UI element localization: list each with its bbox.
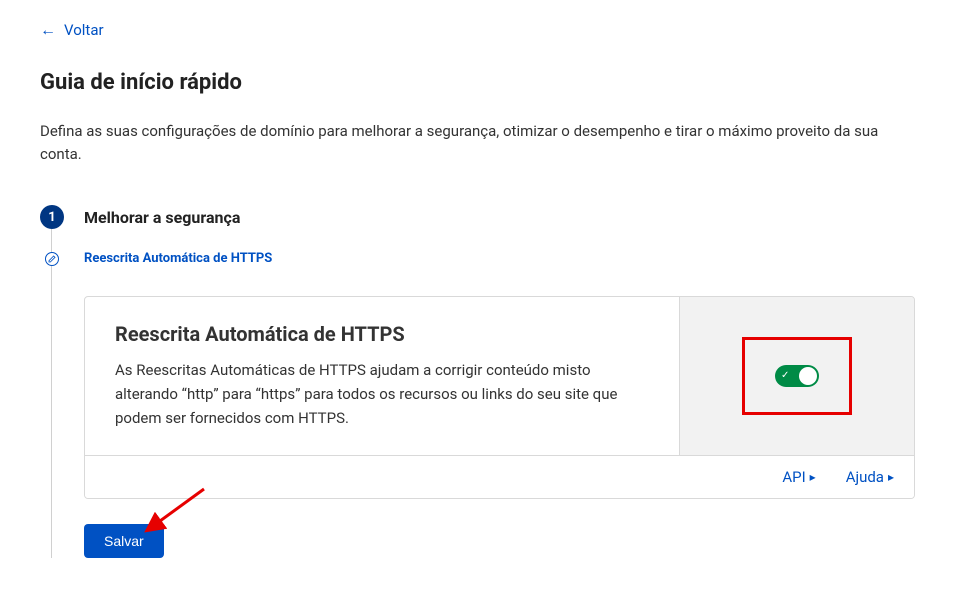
timeline-line bbox=[51, 229, 52, 558]
substep-label: Reescrita Automática de HTTPS bbox=[84, 251, 272, 266]
save-button[interactable]: Salvar bbox=[84, 524, 164, 558]
back-label: Voltar bbox=[64, 21, 104, 39]
api-link[interactable]: API ▸ bbox=[782, 468, 815, 486]
substep-icon-wrap bbox=[40, 252, 64, 266]
card-title: Reescrita Automática de HTTPS bbox=[115, 322, 649, 346]
step-content: Reescrita Automática de HTTPS As Reescri… bbox=[84, 296, 915, 558]
card-description: As Reescritas Automáticas de HTTPS ajuda… bbox=[115, 358, 649, 430]
card-toggle-area: ✓ bbox=[679, 297, 914, 455]
help-link[interactable]: Ajuda ▸ bbox=[846, 468, 894, 486]
caret-right-icon: ▸ bbox=[888, 470, 894, 484]
back-link[interactable]: ← Voltar bbox=[40, 20, 104, 40]
arrow-left-icon: ← bbox=[40, 20, 56, 40]
card-body: Reescrita Automática de HTTPS As Reescri… bbox=[85, 297, 914, 455]
page-description: Defina as suas configurações de domínio … bbox=[40, 120, 915, 165]
settings-card: Reescrita Automática de HTTPS As Reescri… bbox=[84, 296, 915, 499]
check-icon: ✓ bbox=[781, 371, 789, 381]
steps-container: 1 Melhorar a segurança Reescrita Automát… bbox=[40, 205, 915, 558]
page-title: Guia de início rápido bbox=[40, 70, 915, 95]
api-link-label: API bbox=[782, 468, 805, 486]
card-footer: API ▸ Ajuda ▸ bbox=[85, 455, 914, 498]
toggle-highlight-box: ✓ bbox=[742, 337, 852, 415]
toggle-knob bbox=[799, 367, 817, 385]
pencil-icon bbox=[45, 252, 59, 266]
step-header: 1 Melhorar a segurança bbox=[40, 205, 915, 229]
https-rewrite-toggle[interactable]: ✓ bbox=[775, 365, 819, 387]
step-title: Melhorar a segurança bbox=[84, 208, 240, 227]
caret-right-icon: ▸ bbox=[810, 470, 816, 484]
help-link-label: Ajuda bbox=[846, 468, 884, 486]
card-text-area: Reescrita Automática de HTTPS As Reescri… bbox=[85, 297, 679, 455]
save-button-wrap: Salvar bbox=[84, 524, 164, 558]
step-number-badge: 1 bbox=[40, 205, 64, 229]
substep-row: Reescrita Automática de HTTPS bbox=[40, 251, 915, 266]
